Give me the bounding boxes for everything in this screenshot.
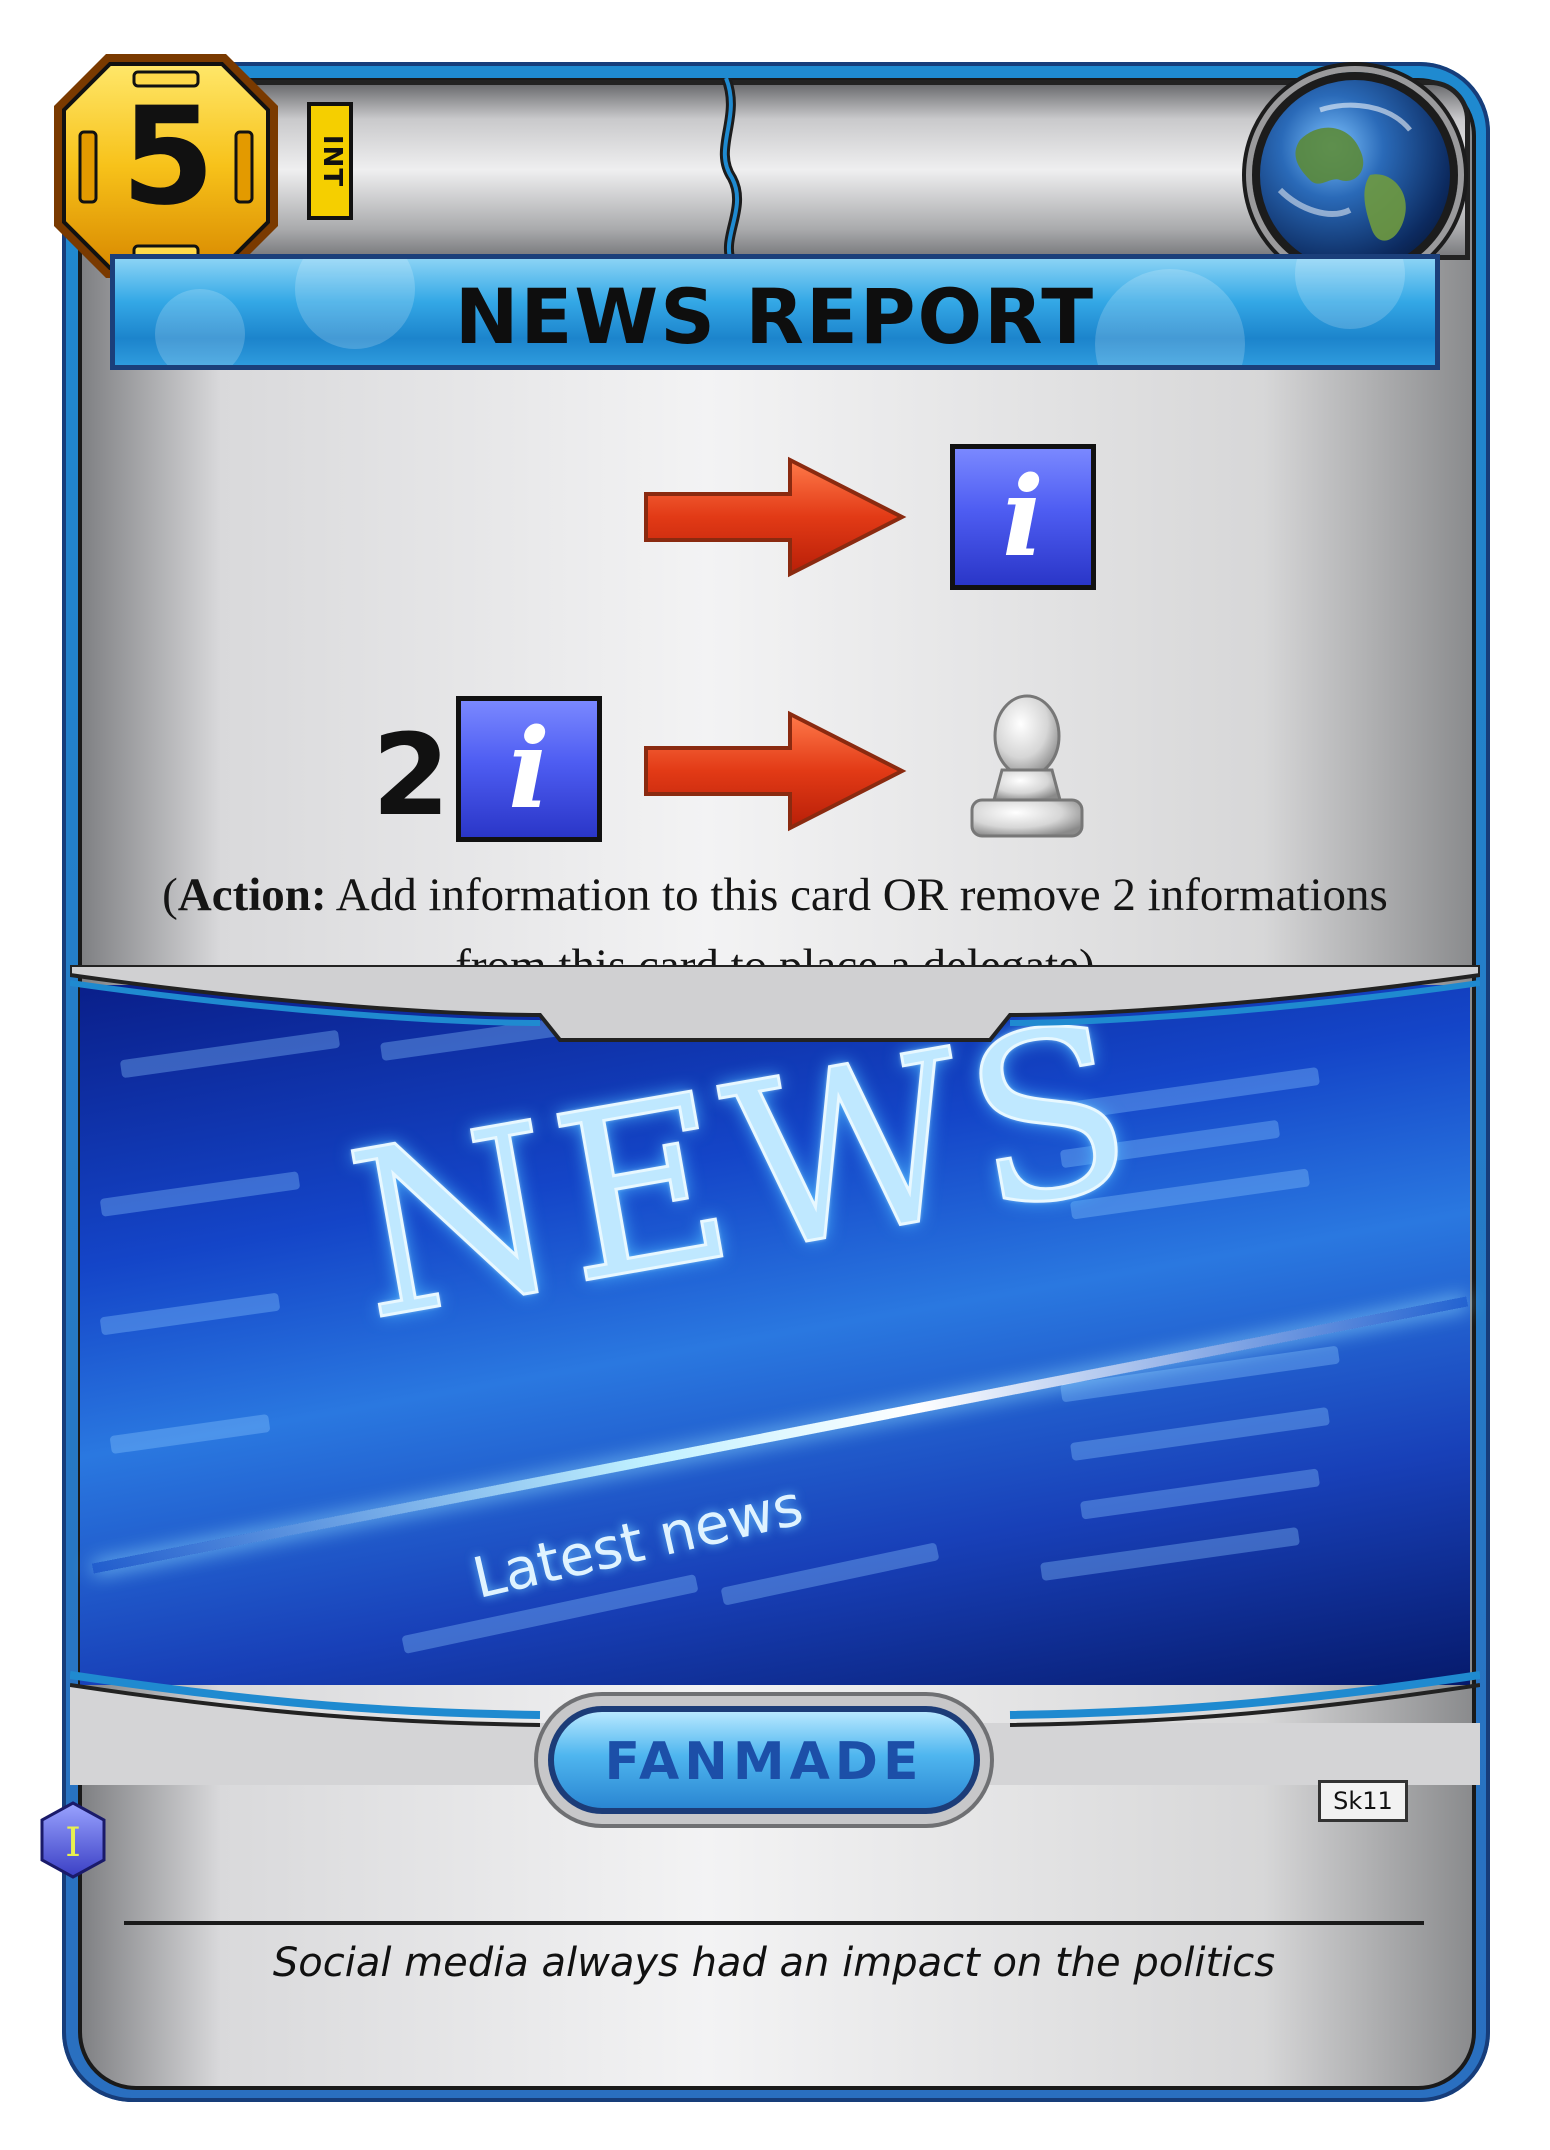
header-seam — [719, 78, 742, 263]
flavor-divider — [124, 1921, 1424, 1925]
rules-paren: ( — [162, 869, 178, 921]
globe-icon — [1252, 72, 1458, 278]
fanmade-badge: FANMADE — [548, 1706, 980, 1814]
art-text-line — [1079, 1468, 1321, 1520]
art-text-line — [99, 1171, 301, 1217]
flavor-text: Social media always had an impact on the… — [272, 1940, 1276, 1986]
rules-action-label: Action: — [177, 869, 327, 921]
art-frame-top — [70, 965, 1480, 1042]
info-glyph: i — [508, 704, 550, 833]
fanmade-label: FANMADE — [604, 1732, 924, 1792]
cost-two-label: 2 — [372, 711, 450, 841]
art-text-line — [720, 1542, 940, 1606]
class-tag-label: INT — [317, 134, 347, 188]
rarity-letter: I — [65, 1820, 81, 1866]
class-tag: INT — [307, 102, 353, 220]
hexagon-gem-icon: I — [40, 1801, 106, 1879]
cost-value: 5 — [121, 78, 215, 235]
info-icon: i — [456, 696, 602, 842]
info-icon: i — [950, 444, 1096, 590]
set-code: Sk11 — [1318, 1780, 1408, 1822]
globe-continents — [1277, 102, 1412, 241]
art-text-line — [1040, 1526, 1300, 1582]
delegate-icon — [970, 694, 1084, 838]
arrow-right-icon — [644, 710, 907, 832]
info-glyph: i — [1002, 452, 1044, 581]
art-text-line — [99, 1292, 281, 1336]
art-text-line — [109, 1413, 271, 1455]
card-title: NEWS REPORT — [454, 272, 1096, 361]
art-text-line — [1070, 1406, 1330, 1462]
title-bar: NEWS REPORT — [110, 254, 1440, 370]
arrow-right-icon — [644, 456, 907, 578]
